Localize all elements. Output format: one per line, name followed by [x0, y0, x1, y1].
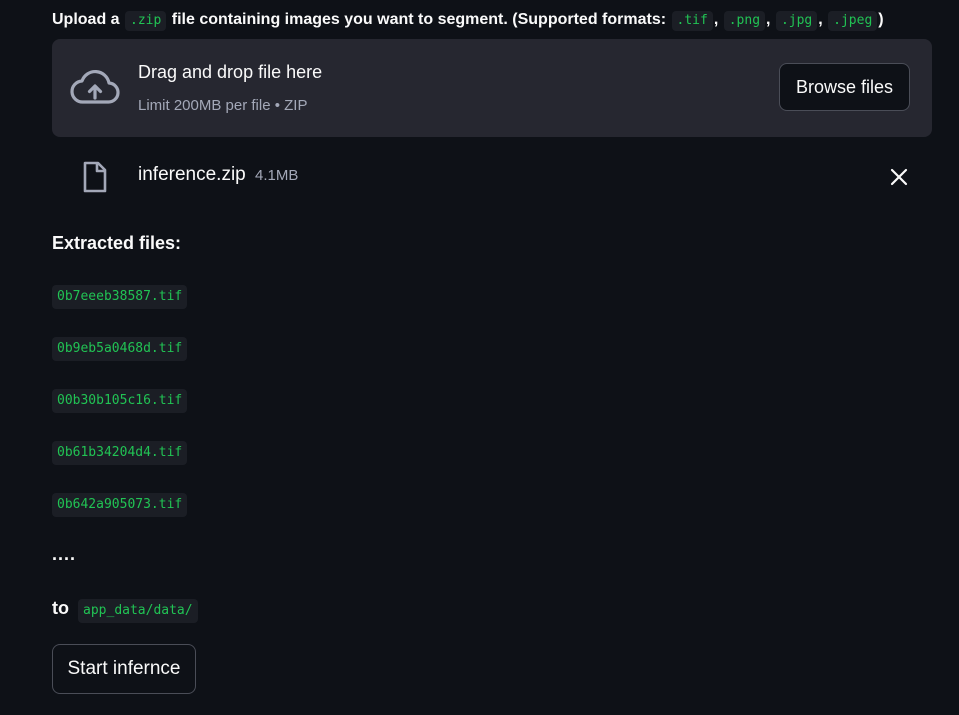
list-item: 0b7eeeb38587.tif [52, 285, 188, 337]
format-jpg: .jpg [775, 11, 818, 31]
uploaded-file-name: inference.zip [138, 164, 246, 185]
format-tif: .tif [671, 11, 713, 31]
zip-ext-code: .zip [125, 11, 167, 31]
close-icon[interactable] [889, 167, 909, 187]
label-middle: file containing images you want to segme… [171, 11, 667, 28]
uploaded-file-row: inference.zip 4.1MB [52, 157, 932, 197]
format-separator: , [766, 11, 771, 28]
file-icon [83, 161, 107, 193]
file-dropzone[interactable]: Drag and drop file here Limit 200MB per … [52, 39, 932, 137]
destination-path-code: app_data/data/ [78, 599, 198, 623]
extracted-file-code: 0b642a905073.tif [52, 493, 188, 517]
label-prefix: Upload a [52, 11, 120, 28]
cloud-upload-icon [70, 70, 120, 104]
format-png: .png [723, 11, 766, 31]
list-item: 0b61b34204d4.tif [52, 441, 188, 493]
format-jpeg: .jpeg [828, 11, 878, 31]
extracted-file-code: 0b61b34204d4.tif [52, 441, 188, 465]
extracted-file-code: 0b7eeeb38587.tif [52, 285, 188, 309]
label-suffix: ) [878, 11, 884, 28]
uploaded-file-size: 4.1MB [255, 167, 299, 184]
dropzone-limit: Limit 200MB per file • ZIP [138, 97, 308, 114]
destination-prefix: to [52, 598, 69, 618]
uploader-label: Upload a .zip file containing images you… [52, 8, 884, 32]
list-item: 0b9eb5a0468d.tif [52, 337, 188, 389]
more-files-ellipsis: .... [52, 544, 77, 564]
format-separator: , [713, 11, 719, 28]
start-inference-button[interactable]: Start infernce [52, 644, 196, 694]
dropzone-title: Drag and drop file here [138, 62, 323, 82]
extracted-file-code: 00b30b105c16.tif [52, 389, 188, 413]
extracted-files-title: Extracted files: [52, 233, 182, 253]
list-item: 00b30b105c16.tif [52, 389, 188, 441]
extracted-file-code: 0b9eb5a0468d.tif [52, 337, 188, 361]
extracted-files-list: 0b7eeeb38587.tif 0b9eb5a0468d.tif 00b30b… [52, 285, 188, 545]
browse-files-button[interactable]: Browse files [779, 63, 910, 111]
list-item: 0b642a905073.tif [52, 493, 188, 545]
destination-line: to app_data/data/ [52, 596, 198, 623]
format-separator: , [818, 11, 823, 28]
